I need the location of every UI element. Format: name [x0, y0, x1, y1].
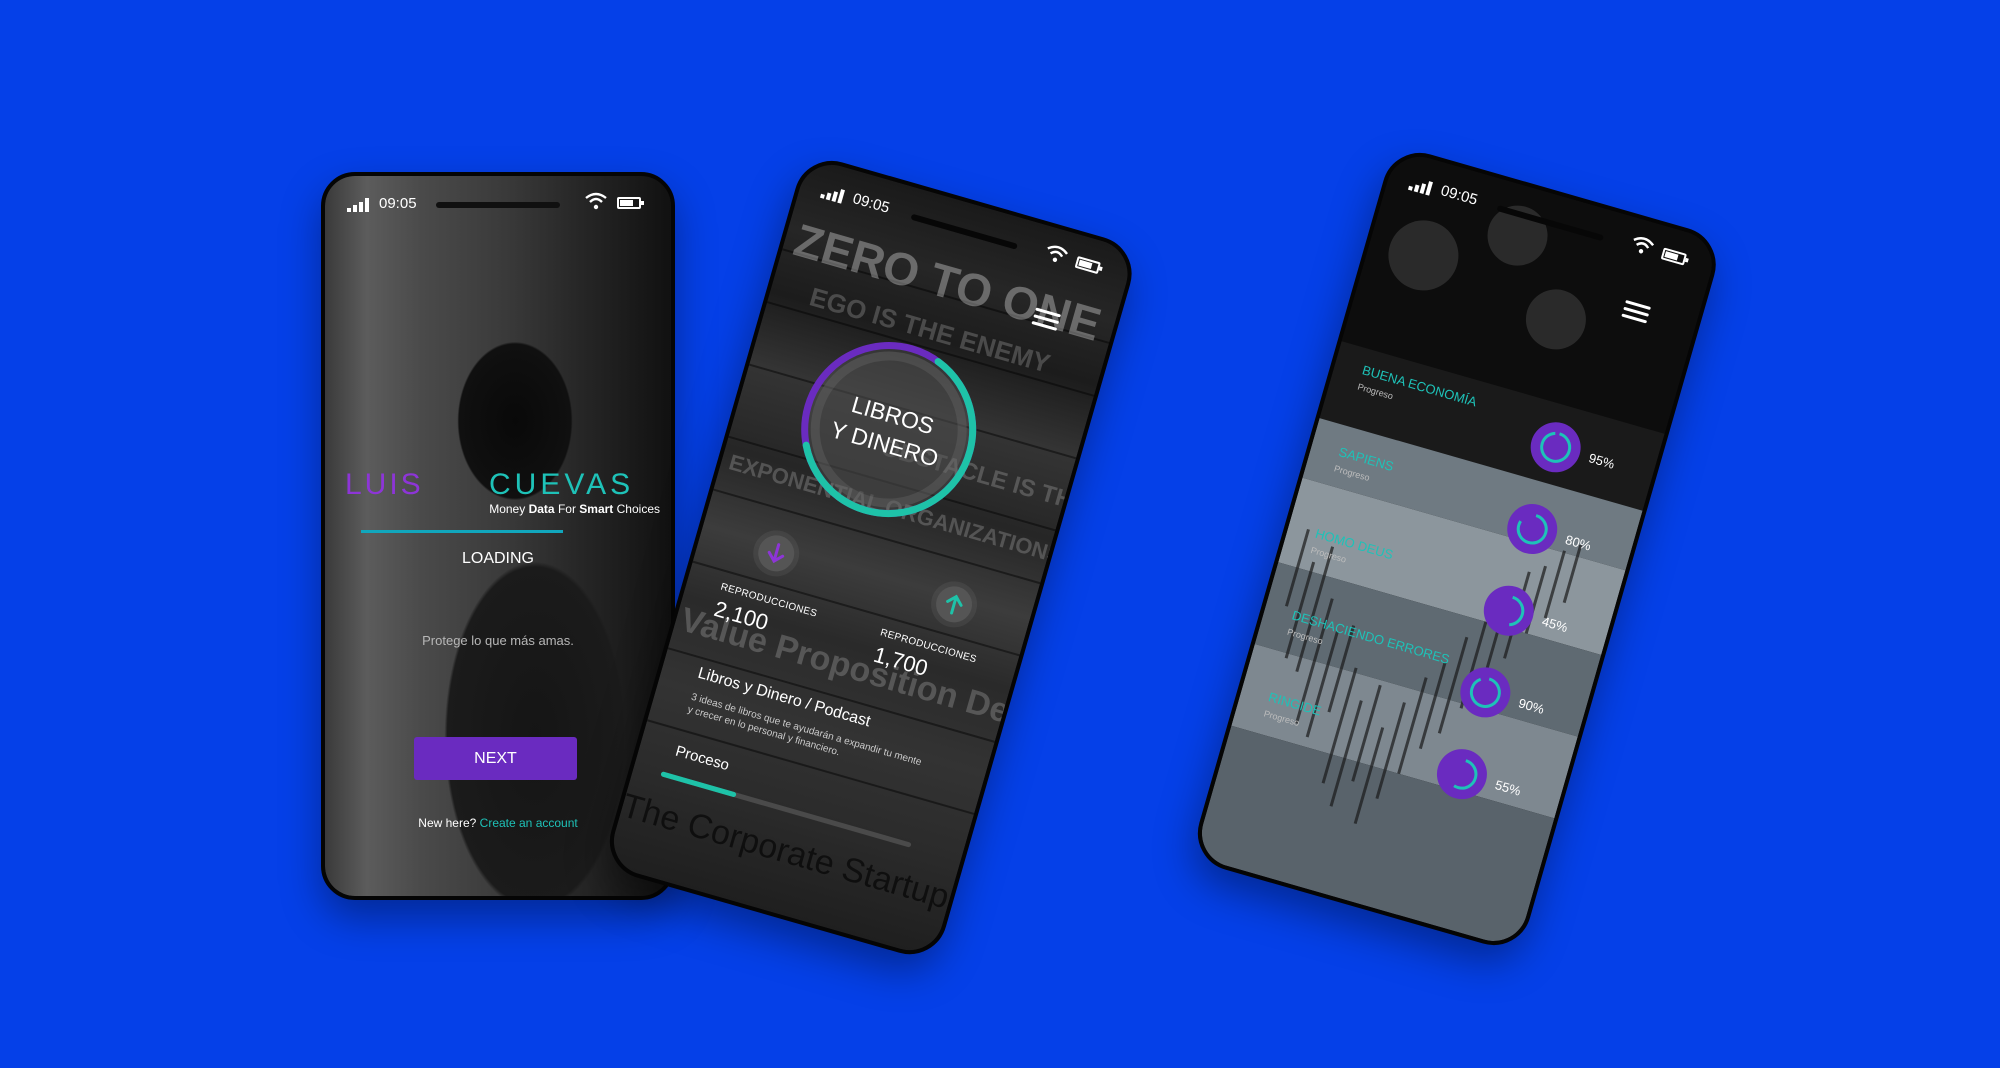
- wifi-icon: [1633, 237, 1655, 254]
- status-bar: 09:05: [325, 176, 671, 224]
- signal-icon: [819, 184, 847, 204]
- progress-value: 95%: [1587, 450, 1617, 472]
- loading-bar: [361, 530, 563, 533]
- progress-value: 55%: [1493, 777, 1523, 799]
- podcast-screen: ZERO TO ONE EGO IS THE ENEMY OBSTACLE IS…: [605, 156, 1136, 959]
- progress-value: 90%: [1516, 695, 1546, 717]
- process-progress-fill: [660, 771, 737, 798]
- signal-icon: [347, 198, 371, 212]
- logo-last-name: CUEVAS: [489, 468, 635, 501]
- tagline: Money Data For Smart Choices: [489, 502, 660, 516]
- login-screen: 09:05 LUIS CUEVAS Money Data For Smart C…: [325, 176, 671, 896]
- new-here-text: New here?: [418, 816, 477, 830]
- phone-podcast: ZERO TO ONE EGO IS THE ENEMY OBSTACLE IS…: [600, 152, 1141, 964]
- progress-screen: 09:05 BUENA ECONOMÍA Progreso 95% SAPIEN…: [1193, 148, 1720, 950]
- loading-label: LOADING: [461, 550, 534, 567]
- create-account-link[interactable]: Create an account: [480, 816, 578, 830]
- progress-circle: [1501, 498, 1564, 560]
- hamburger-menu-icon[interactable]: [1621, 299, 1651, 324]
- progress-value: 45%: [1540, 613, 1570, 636]
- progress-value: 80%: [1563, 531, 1593, 554]
- status-time: 09:05: [379, 195, 417, 212]
- progress-circle: [1477, 579, 1540, 642]
- slogan-text: Protege lo que más amas.: [422, 633, 574, 648]
- battery-icon: [617, 197, 644, 209]
- upload-button[interactable]: [931, 582, 977, 627]
- next-button[interactable]: NEXT: [414, 737, 577, 780]
- process-label: Proceso: [673, 742, 732, 775]
- battery-icon: [1074, 255, 1101, 275]
- status-time: 09:05: [1438, 182, 1480, 209]
- logo-first-name: LUIS: [345, 468, 424, 501]
- wifi-icon: [585, 192, 607, 210]
- progress-circle: [1524, 416, 1587, 479]
- signal-icon: [1407, 176, 1435, 196]
- arrow-down-icon: [767, 543, 785, 564]
- phone-reading-progress: 09:05 BUENA ECONOMÍA Progreso 95% SAPIEN…: [1188, 144, 1725, 954]
- download-button[interactable]: [753, 531, 799, 576]
- battery-icon: [1660, 247, 1688, 266]
- brand-logo: LUIS CUEVAS: [345, 468, 651, 501]
- arrow-up-icon: [946, 594, 963, 615]
- progress-circle: [1431, 743, 1493, 806]
- wifi-icon: [1047, 245, 1069, 262]
- book-name: BUENA ECONOMÍA: [1360, 362, 1479, 410]
- progress-circle: [1454, 661, 1517, 724]
- speaker-notch: [436, 202, 560, 208]
- status-time: 09:05: [850, 190, 892, 217]
